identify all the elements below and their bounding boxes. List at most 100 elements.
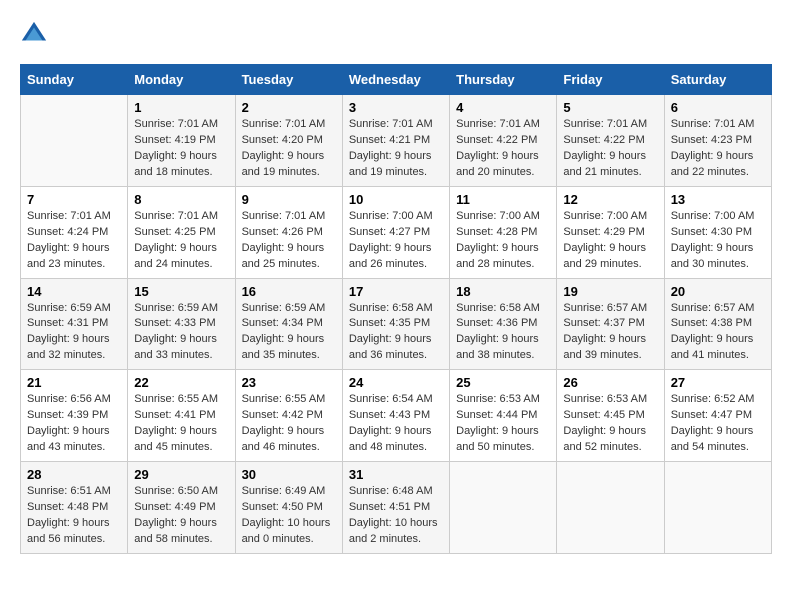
day-content: Sunrise: 7:00 AMSunset: 4:27 PMDaylight:… [349,209,443,273]
weekday-header: Saturday [664,65,771,95]
day-content: Sunrise: 6:53 AMSunset: 4:45 PMDaylight:… [563,392,657,456]
calendar-cell: 9Sunrise: 7:01 AMSunset: 4:26 PMDaylight… [235,186,342,278]
calendar-week-row: 1 Sunrise: 7:01 AMSunset: 4:19 PMDaylight… [21,95,772,187]
day-content: Sunrise: 7:01 AMSunset: 4:22 PMDaylight:… [456,117,550,181]
weekday-header: Wednesday [342,65,449,95]
day-number: 20 [671,284,765,299]
calendar-table: SundayMondayTuesdayWednesdayThursdayFrid… [20,64,772,554]
calendar-cell [450,462,557,554]
calendar-cell: 3Sunrise: 7:01 AMSunset: 4:21 PMDaylight… [342,95,449,187]
day-content: Sunrise: 6:58 AMSunset: 4:36 PMDaylight:… [456,301,550,365]
day-content: Sunrise: 6:48 AMSunset: 4:51 PMDaylight:… [349,484,443,548]
day-content: Sunrise: 6:59 AMSunset: 4:34 PMDaylight:… [242,301,336,365]
weekday-header: Sunday [21,65,128,95]
calendar-cell: 8 Sunrise: 7:01 AMSunset: 4:25 PMDaylight… [128,186,235,278]
calendar-cell: 10 Sunrise: 7:00 AMSunset: 4:27 PMDayligh… [342,186,449,278]
day-number: 10 [349,192,443,207]
day-content: Sunrise: 6:54 AMSunset: 4:43 PMDaylight:… [349,392,443,456]
day-content: Sunrise: 7:00 AMSunset: 4:30 PMDaylight:… [671,209,765,273]
calendar-cell: 24 Sunrise: 6:54 AMSunset: 4:43 PMDayligh… [342,370,449,462]
day-number: 8 [134,192,228,207]
calendar-cell: 28Sunrise: 6:51 AMSunset: 4:48 PMDayligh… [21,462,128,554]
day-number: 27 [671,375,765,390]
page-header [20,20,772,48]
weekday-header: Tuesday [235,65,342,95]
day-content: Sunrise: 6:52 AMSunset: 4:47 PMDaylight:… [671,392,765,456]
day-content: Sunrise: 7:01 AMSunset: 4:21 PMDaylight:… [349,117,443,181]
calendar-week-row: 21 Sunrise: 6:56 AMSunset: 4:39 PMDayligh… [21,370,772,462]
calendar-cell: 12Sunrise: 7:00 AMSunset: 4:29 PMDayligh… [557,186,664,278]
day-number: 24 [349,375,443,390]
day-number: 1 [134,100,228,115]
logo [20,20,52,48]
day-content: Sunrise: 7:01 AMSunset: 4:24 PMDaylight:… [27,209,121,273]
day-number: 13 [671,192,765,207]
day-content: Sunrise: 6:53 AMSunset: 4:44 PMDaylight:… [456,392,550,456]
calendar-cell: 2 Sunrise: 7:01 AMSunset: 4:20 PMDaylight… [235,95,342,187]
calendar-cell: 25 Sunrise: 6:53 AMSunset: 4:44 PMDayligh… [450,370,557,462]
day-number: 7 [27,192,121,207]
day-content: Sunrise: 6:55 AMSunset: 4:42 PMDaylight:… [242,392,336,456]
day-number: 4 [456,100,550,115]
day-content: Sunrise: 6:58 AMSunset: 4:35 PMDaylight:… [349,301,443,365]
day-number: 6 [671,100,765,115]
day-number: 23 [242,375,336,390]
day-content: Sunrise: 7:01 AMSunset: 4:25 PMDaylight:… [134,209,228,273]
day-number: 14 [27,284,121,299]
calendar-header-row: SundayMondayTuesdayWednesdayThursdayFrid… [21,65,772,95]
calendar-cell: 13 Sunrise: 7:00 AMSunset: 4:30 PMDayligh… [664,186,771,278]
day-number: 28 [27,467,121,482]
calendar-cell: 14 Sunrise: 6:59 AMSunset: 4:31 PMDayligh… [21,278,128,370]
day-number: 19 [563,284,657,299]
calendar-cell: 17 Sunrise: 6:58 AMSunset: 4:35 PMDayligh… [342,278,449,370]
calendar-cell: 26 Sunrise: 6:53 AMSunset: 4:45 PMDayligh… [557,370,664,462]
day-content: Sunrise: 7:01 AMSunset: 4:19 PMDaylight:… [134,117,228,181]
day-number: 25 [456,375,550,390]
calendar-cell [664,462,771,554]
calendar-cell: 6 Sunrise: 7:01 AMSunset: 4:23 PMDaylight… [664,95,771,187]
day-content: Sunrise: 6:59 AMSunset: 4:31 PMDaylight:… [27,301,121,365]
day-content: Sunrise: 6:56 AMSunset: 4:39 PMDaylight:… [27,392,121,456]
day-content: Sunrise: 7:01 AMSunset: 4:22 PMDaylight:… [563,117,657,181]
day-number: 18 [456,284,550,299]
day-content: Sunrise: 6:57 AMSunset: 4:38 PMDaylight:… [671,301,765,365]
day-content: Sunrise: 6:57 AMSunset: 4:37 PMDaylight:… [563,301,657,365]
day-number: 22 [134,375,228,390]
calendar-cell: 11 Sunrise: 7:00 AMSunset: 4:28 PMDayligh… [450,186,557,278]
calendar-cell: 1 Sunrise: 7:01 AMSunset: 4:19 PMDaylight… [128,95,235,187]
calendar-cell: 16 Sunrise: 6:59 AMSunset: 4:34 PMDayligh… [235,278,342,370]
calendar-cell [21,95,128,187]
calendar-cell: 7 Sunrise: 7:01 AMSunset: 4:24 PMDaylight… [21,186,128,278]
calendar-cell: 29 Sunrise: 6:50 AMSunset: 4:49 PMDayligh… [128,462,235,554]
day-content: Sunrise: 7:00 AMSunset: 4:28 PMDaylight:… [456,209,550,273]
day-content: Sunrise: 6:49 AMSunset: 4:50 PMDaylight:… [242,484,336,548]
day-number: 17 [349,284,443,299]
day-number: 11 [456,192,550,207]
calendar-cell: 18 Sunrise: 6:58 AMSunset: 4:36 PMDayligh… [450,278,557,370]
day-number: 26 [563,375,657,390]
day-content: Sunrise: 6:59 AMSunset: 4:33 PMDaylight:… [134,301,228,365]
calendar-cell: 15Sunrise: 6:59 AMSunset: 4:33 PMDayligh… [128,278,235,370]
calendar-cell [557,462,664,554]
weekday-header: Thursday [450,65,557,95]
day-content: Sunrise: 7:01 AMSunset: 4:20 PMDaylight:… [242,117,336,181]
day-content: Sunrise: 7:01 AMSunset: 4:26 PMDaylight:… [242,209,336,273]
day-number: 31 [349,467,443,482]
day-content: Sunrise: 7:01 AMSunset: 4:23 PMDaylight:… [671,117,765,181]
day-content: Sunrise: 6:55 AMSunset: 4:41 PMDaylight:… [134,392,228,456]
day-number: 21 [27,375,121,390]
day-number: 2 [242,100,336,115]
day-number: 16 [242,284,336,299]
weekday-header: Friday [557,65,664,95]
calendar-cell: 27 Sunrise: 6:52 AMSunset: 4:47 PMDayligh… [664,370,771,462]
day-number: 12 [563,192,657,207]
day-number: 5 [563,100,657,115]
day-content: Sunrise: 6:50 AMSunset: 4:49 PMDaylight:… [134,484,228,548]
calendar-cell: 20 Sunrise: 6:57 AMSunset: 4:38 PMDayligh… [664,278,771,370]
calendar-cell: 5 Sunrise: 7:01 AMSunset: 4:22 PMDaylight… [557,95,664,187]
calendar-cell: 30 Sunrise: 6:49 AMSunset: 4:50 PMDayligh… [235,462,342,554]
day-number: 30 [242,467,336,482]
day-number: 29 [134,467,228,482]
calendar-week-row: 14 Sunrise: 6:59 AMSunset: 4:31 PMDayligh… [21,278,772,370]
calendar-cell: 19 Sunrise: 6:57 AMSunset: 4:37 PMDayligh… [557,278,664,370]
